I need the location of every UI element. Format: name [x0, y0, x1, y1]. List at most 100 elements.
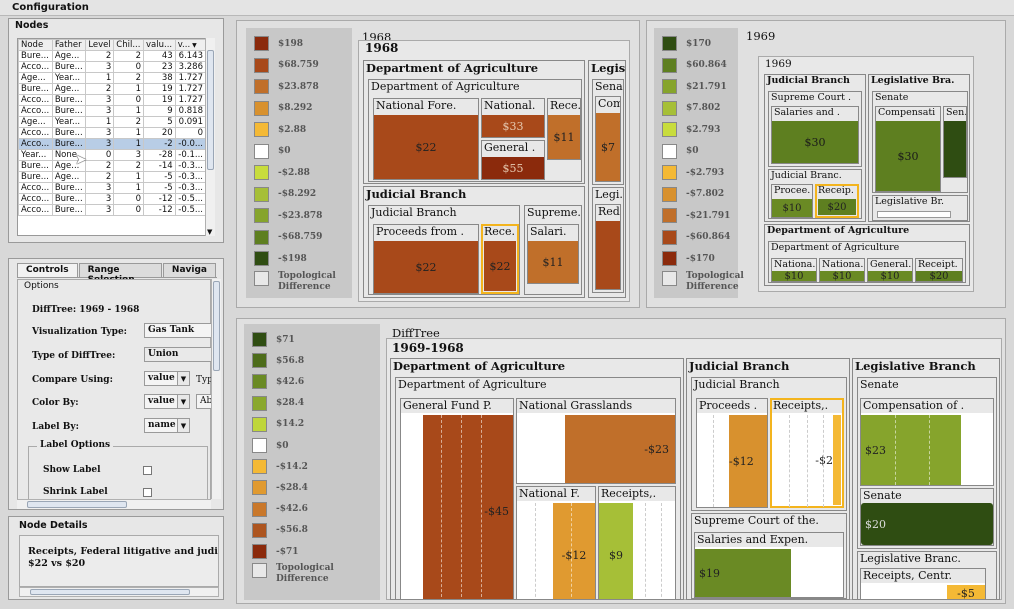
nodes-scrollbar-thumb[interactable]	[207, 50, 214, 170]
tm1969-leg[interactable]: Legislative Bra. Senate Compensati $30 S…	[868, 74, 970, 222]
tm1968-nf-bar[interactable]: $22	[374, 115, 478, 179]
tmdiff-rcen[interactable]: Receipts, Centr. -$5	[860, 568, 986, 599]
tmdiff-senate[interactable]: Senate Compensation of . $23 Senate $20	[857, 377, 997, 549]
tm1969-rec[interactable]: Receip. $20	[815, 184, 859, 218]
tmdiff-leg[interactable]: Legislative Branch Senate Compensation o…	[852, 358, 1000, 600]
tmdiff-nf[interactable]: National F. -$12	[516, 486, 596, 599]
tm1968-rec2[interactable]: Rece. $22	[481, 224, 519, 294]
tmdiff-gf-bar[interactable]: -$45	[423, 415, 513, 599]
tm1968-jud[interactable]: Judicial Branch Judicial Branch Proceeds…	[363, 186, 585, 298]
chevron-down-icon[interactable]: ▼	[177, 395, 189, 408]
tmdiff-sal[interactable]: Salaries and Expen. $19	[694, 532, 844, 598]
tm1969-a3[interactable]: General. $10	[867, 258, 913, 282]
tm1968-red-bar[interactable]	[596, 221, 620, 289]
tm1968-legi[interactable]: Legi. Red.	[592, 187, 624, 293]
table-row[interactable]: Year... None 0 3 -28 -0.1...	[18, 149, 207, 161]
nodes-column-header[interactable]: valu...	[143, 39, 176, 51]
tm1968-proc[interactable]: Proceeds from . $22	[373, 224, 479, 294]
tm1969-legbr[interactable]: Legislative Br.	[872, 195, 968, 221]
tm1968-jud-sub[interactable]: Judicial Branch Proceeds from . $22 Rece…	[368, 205, 520, 295]
nodes-column-header[interactable]: v... ▼	[174, 39, 207, 51]
details-h-scrollbar[interactable]	[19, 587, 219, 597]
tm1969-a1-bar[interactable]: $10	[772, 271, 816, 281]
tmdiff-jud[interactable]: Judicial Branch Judicial Branch Proceeds…	[686, 358, 850, 600]
tmdiff-proc[interactable]: Proceeds . -$12	[696, 398, 768, 508]
tm1968-rec2-bar[interactable]: $22	[484, 241, 516, 291]
tm1968-leg[interactable]: Legis. Sena. Com. $7 Legi. Red.	[588, 60, 626, 298]
tm1968-sal[interactable]: Salari. $11	[527, 224, 579, 284]
table-row[interactable]: Acco... Bure... 3 0 19 1.727	[18, 94, 207, 106]
controls-scrollbar[interactable]	[211, 279, 221, 499]
tmdiff-comp-bar[interactable]: $23	[861, 415, 961, 485]
tm1968-nat-bar[interactable]: $33	[482, 115, 544, 137]
table-row[interactable]: Age... Year... 1 2 5 0.091	[18, 116, 207, 128]
table-row[interactable]: Acco... Bure... 3 1 -5 -0.3...	[18, 182, 207, 194]
tm1968-red[interactable]: Red.	[595, 204, 621, 290]
tmdiff-jud-sub[interactable]: Judicial Branch Proceeds . -$12 Receipts…	[691, 377, 847, 511]
tm1969-legbr-bar[interactable]	[877, 211, 951, 218]
tm1968-agri[interactable]: Department of Agriculture Department of …	[363, 60, 585, 184]
tm1968-rec[interactable]: Rece. $11	[547, 98, 581, 160]
tm1969-rec-bar[interactable]: $20	[818, 199, 856, 215]
tmdiff-agri-sub[interactable]: Department of Agriculture General Fund P…	[395, 377, 681, 599]
table-row[interactable]: Acco... Bure... 3 0 -12 -0.5...	[18, 204, 207, 216]
controls-h-scrollbar-thumb[interactable]	[27, 501, 127, 508]
tmdiff-proc-bar[interactable]: -$12	[729, 415, 767, 507]
tmdiff-senate2[interactable]: Senate $20	[860, 488, 994, 546]
tm1969-agri-sub[interactable]: Department of Agriculture Nationa. $10 Na…	[768, 241, 966, 283]
tm1968-gen[interactable]: General . $55	[481, 140, 545, 180]
tm1969-proc-bar[interactable]: $10	[772, 199, 812, 217]
table-row[interactable]: Bure... Age... 2 1 -5 -0.3...	[18, 171, 207, 183]
sort-descending-icon[interactable]: ▼	[190, 42, 197, 49]
table-row[interactable]: Bure... Age... 2 2 43 6.143	[18, 50, 207, 62]
show-label-checkbox[interactable]	[143, 466, 152, 475]
tmdiff-legbr[interactable]: Legislative Branc. Receipts, Centr. -$5	[857, 551, 997, 599]
tm1968-nf[interactable]: National Fore. $22	[373, 98, 479, 180]
table-row[interactable]: Acco... Bure... 3 0 23 3.286	[18, 61, 207, 73]
tmdiff-comp[interactable]: Compensation of . $23	[860, 398, 994, 486]
nodes-table-container[interactable]: Node Father Level Chil... valu... v... ▼ Bure…	[17, 38, 215, 236]
tmdiff-nf-bar[interactable]: -$12	[553, 503, 595, 599]
table-row[interactable]: Acco... Bure... 3 1 -2 -0.0...	[18, 138, 207, 150]
tm1969-a2-bar[interactable]: $10	[820, 271, 864, 281]
tab-controls[interactable]: Controls	[17, 263, 78, 277]
tm1968-proc-bar[interactable]: $22	[374, 241, 478, 293]
tm1968-agri-sub[interactable]: Department of Agriculture National Fore.…	[368, 79, 582, 182]
tm1969-sen-bar[interactable]	[944, 121, 966, 177]
chevron-down-icon[interactable]: ▼	[177, 419, 189, 432]
tm1968-rec-bar[interactable]: $11	[548, 115, 580, 159]
chevron-down-icon[interactable]: ▼	[177, 372, 189, 385]
tmdiff-ng-bar[interactable]: -$23	[565, 415, 675, 483]
tmdiff-recj[interactable]: Receipts,. -$2	[770, 398, 844, 508]
tab-navigation[interactable]: Naviga	[162, 263, 216, 277]
shrink-label-checkbox[interactable]	[143, 488, 152, 497]
tmdiff-rc[interactable]: Receipts,. $9	[598, 486, 676, 599]
tab-range-selection[interactable]: Range Selection	[78, 263, 162, 285]
tm1969-a4[interactable]: Receipt. $20	[915, 258, 963, 282]
tm1969-a4-bar[interactable]: $20	[916, 271, 962, 281]
tm1969-sen[interactable]: Sen.	[943, 106, 967, 178]
tmdiff-recj-bar[interactable]: -$2	[815, 415, 841, 505]
tmdiff-gf[interactable]: General Fund P. -$45	[400, 398, 514, 599]
table-row[interactable]: Age... Year... 1 2 38 1.727	[18, 72, 207, 84]
table-row[interactable]: Acco... Bure... 3 1 20 0	[18, 127, 207, 139]
table-row[interactable]: Bure... Age... 2 1 19 1.727	[18, 83, 207, 95]
tm1969-a1[interactable]: Nationa. $10	[771, 258, 817, 282]
table-row[interactable]: Bure... Age... 2 2 -14 -0.3...	[18, 160, 207, 172]
tm1969-a2[interactable]: Nationa. $10	[819, 258, 865, 282]
tm1968-sup[interactable]: Supreme. Salari. $11	[524, 205, 582, 295]
tm1968-com-bar[interactable]: $7	[596, 113, 620, 181]
color-by-select[interactable]: value ▼	[144, 394, 190, 409]
tm1969-proc[interactable]: Procee. $10	[771, 184, 813, 218]
controls-h-scrollbar[interactable]	[17, 499, 211, 509]
nodes-column-header[interactable]: Father	[51, 39, 87, 51]
tm1969-a3-bar[interactable]: $10	[868, 271, 912, 281]
tm1969-sup[interactable]: Supreme Court . Salaries and . $30	[768, 91, 862, 167]
tm1968-sena[interactable]: Sena. Com. $7	[592, 79, 624, 185]
nodes-table[interactable]: Node Father Level Chil... valu... v... ▼ Bure…	[18, 39, 207, 216]
tm1969-comp-bar[interactable]: $30	[876, 121, 940, 191]
tm1969-jud2[interactable]: Judicial Branc. Procee. $10 Receip. $20	[768, 169, 862, 219]
scroll-down-icon[interactable]: ▼	[207, 228, 212, 236]
table-row[interactable]: Acco... Bure... 3 0 -12 -0.5...	[18, 193, 207, 205]
tmdiff-senate2-bar[interactable]: $20	[861, 503, 993, 545]
